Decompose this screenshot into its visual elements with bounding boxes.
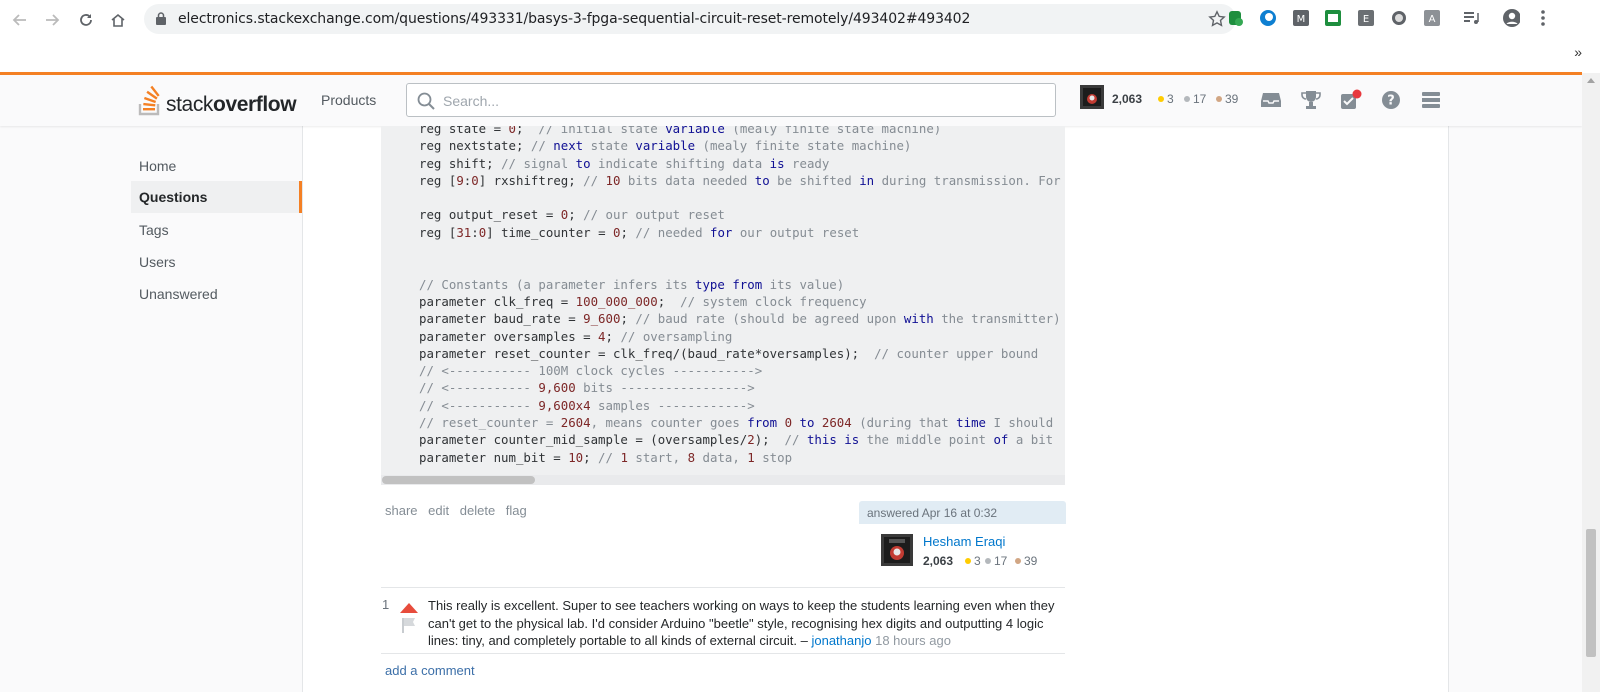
code-line: // <----------- 100M clock cycles ------… bbox=[419, 363, 763, 379]
code-line: parameter clk_freq = 100_000_000; // sys… bbox=[419, 293, 867, 309]
reload-icon[interactable] bbox=[74, 8, 98, 32]
code-line: parameter counter_mid_sample = (oversamp… bbox=[419, 432, 1054, 448]
avatar[interactable] bbox=[881, 534, 913, 566]
review-queue-icon[interactable] bbox=[1340, 89, 1362, 111]
products-menu[interactable]: Products bbox=[321, 92, 376, 108]
extension-sheets-icon[interactable] bbox=[1324, 9, 1342, 27]
user-reputation: 2,063 bbox=[1112, 92, 1143, 106]
add-comment-link[interactable]: add a comment bbox=[385, 663, 475, 678]
search-box bbox=[406, 83, 1056, 117]
extension-e-icon[interactable]: E bbox=[1357, 9, 1375, 27]
browser-toolbar: electronics.stackexchange.com/questions/… bbox=[0, 0, 1600, 73]
lock-icon bbox=[156, 12, 166, 30]
author-reputation: 2,063 bbox=[923, 554, 954, 568]
author-name-link[interactable]: Hesham Eraqi bbox=[923, 534, 1005, 549]
help-icon[interactable]: ? bbox=[1380, 89, 1402, 111]
code-line: parameter num_bit = 10; // 1 start, 8 da… bbox=[419, 449, 793, 465]
code-line: parameter oversamples = 4; // oversampli… bbox=[419, 328, 733, 344]
bookmarks-overflow-button[interactable]: » bbox=[1574, 44, 1582, 60]
home-icon[interactable] bbox=[106, 8, 130, 32]
code-line: reg shift; // signal to indicate shiftin… bbox=[419, 155, 830, 171]
avatar bbox=[1080, 85, 1104, 109]
site-logo[interactable]: stackoverflow bbox=[138, 84, 297, 116]
extension-a-icon[interactable]: A bbox=[1423, 9, 1441, 27]
svg-text:E: E bbox=[1363, 14, 1369, 25]
achievements-trophy-icon[interactable] bbox=[1300, 89, 1322, 111]
code-line: parameter reset_counter = clk_freq/(baud… bbox=[419, 345, 1039, 361]
code-line: // <----------- 9,600 bits -------------… bbox=[419, 380, 755, 396]
sidebar-item-tags[interactable]: Tags bbox=[131, 214, 302, 246]
code-line: reg nextstate; // next state variable (m… bbox=[419, 138, 912, 154]
code-line: // Constants (a parameter infers its typ… bbox=[419, 276, 845, 292]
gold-badge-count: 3 bbox=[1158, 92, 1174, 106]
comment-score: 1 bbox=[382, 597, 390, 612]
page-scrollbar-thumb[interactable] bbox=[1586, 529, 1596, 657]
comment-body: This really is excellent. Super to see t… bbox=[428, 597, 1062, 650]
search-icon bbox=[417, 92, 435, 115]
code-line: reg [9:0] rxshiftreg; // 10 bits data ne… bbox=[419, 172, 1061, 188]
comment-text: This really is excellent. Super to see t… bbox=[428, 598, 1055, 649]
answer-signature: answered Apr 16 at 0:32 Hesham Eraqi 2,0… bbox=[859, 501, 1066, 573]
code-horizontal-scrollbar[interactable] bbox=[381, 475, 1065, 485]
browser-menu-icon[interactable] bbox=[1534, 9, 1552, 27]
extension-m-icon[interactable]: M bbox=[1292, 9, 1310, 27]
comment-flag-icon[interactable] bbox=[402, 617, 416, 638]
signature-time-bar: answered Apr 16 at 0:32 bbox=[859, 501, 1066, 524]
silver-badge-count: 17 bbox=[1184, 92, 1206, 106]
comments-list: 1 This really is excellent. Super to see… bbox=[381, 587, 1065, 654]
delete-link[interactable]: delete bbox=[460, 503, 495, 518]
comment-upvote-arrow-icon[interactable] bbox=[400, 600, 418, 618]
code-line: // <----------- 9,600x4 samples --------… bbox=[419, 397, 755, 413]
sidebar-item-users[interactable]: Users bbox=[131, 246, 302, 278]
code-line: reg state = 0; // initial state variable… bbox=[419, 126, 942, 136]
comment-time[interactable]: 18 hours ago bbox=[875, 633, 951, 648]
flag-link[interactable]: flag bbox=[506, 503, 527, 518]
svg-text:?: ? bbox=[1387, 94, 1395, 109]
inbox-icon[interactable] bbox=[1260, 89, 1282, 111]
media-queue-icon[interactable] bbox=[1462, 9, 1480, 27]
scroll-up-arrow-icon[interactable] bbox=[1587, 78, 1595, 83]
author-silver-badges: 17 bbox=[985, 554, 1007, 568]
code-scrollbar-thumb[interactable] bbox=[382, 476, 535, 484]
code-block[interactable]: reg state = 0; // initial state variable… bbox=[381, 126, 1065, 485]
bookmark-star-icon[interactable] bbox=[1208, 10, 1226, 33]
answered-time[interactable]: answered Apr 16 at 0:32 bbox=[867, 506, 997, 520]
code-line: // reset_counter = 2604, means counter g… bbox=[419, 415, 1054, 431]
extension-green-cylinder-icon[interactable] bbox=[1226, 9, 1244, 27]
search-input[interactable] bbox=[441, 90, 1045, 112]
extension-edge-icon[interactable] bbox=[1259, 9, 1277, 27]
stack-logo-icon bbox=[138, 85, 160, 116]
code-line: parameter baud_rate = 9_600; // baud rat… bbox=[419, 311, 1061, 327]
logo-text: stackoverflow bbox=[166, 93, 297, 116]
forward-arrow-icon[interactable] bbox=[40, 8, 64, 32]
back-arrow-icon[interactable] bbox=[8, 8, 32, 32]
author-bronze-badges: 39 bbox=[1015, 554, 1037, 568]
comment: 1 This really is excellent. Super to see… bbox=[381, 588, 1065, 654]
bronze-badge-count: 39 bbox=[1216, 92, 1238, 106]
code-line: reg output_reset = 0; // our output rese… bbox=[419, 207, 725, 223]
profile-avatar-icon[interactable] bbox=[1502, 9, 1520, 27]
svg-text:A: A bbox=[1429, 14, 1436, 25]
site-switcher-icon[interactable] bbox=[1420, 89, 1442, 111]
code-line: reg [31:0] time_counter = 0; // needed f… bbox=[419, 224, 860, 240]
share-link[interactable]: share bbox=[385, 503, 418, 518]
sidebar-item-questions[interactable]: Questions bbox=[131, 181, 302, 213]
sidebar-item-unanswered[interactable]: Unanswered bbox=[131, 278, 302, 310]
post-menu: share edit delete flag bbox=[385, 503, 534, 518]
page-vertical-scrollbar[interactable] bbox=[1582, 73, 1600, 692]
edit-link[interactable]: edit bbox=[428, 503, 449, 518]
extension-circle-icon[interactable] bbox=[1390, 9, 1408, 27]
sidebar-item-home[interactable]: Home bbox=[131, 150, 302, 182]
site-header: stackoverflow Products 2,063 3 17 39 ? bbox=[0, 72, 1582, 126]
code-text: reg state = 0; // initial state variable… bbox=[419, 126, 1061, 466]
address-bar[interactable]: electronics.stackexchange.com/questions/… bbox=[144, 4, 1236, 34]
comment-author-link[interactable]: jonathanjo bbox=[811, 633, 871, 648]
url-text: electronics.stackexchange.com/questions/… bbox=[178, 11, 971, 27]
author-gold-badges: 3 bbox=[965, 554, 981, 568]
svg-text:M: M bbox=[1297, 14, 1306, 25]
